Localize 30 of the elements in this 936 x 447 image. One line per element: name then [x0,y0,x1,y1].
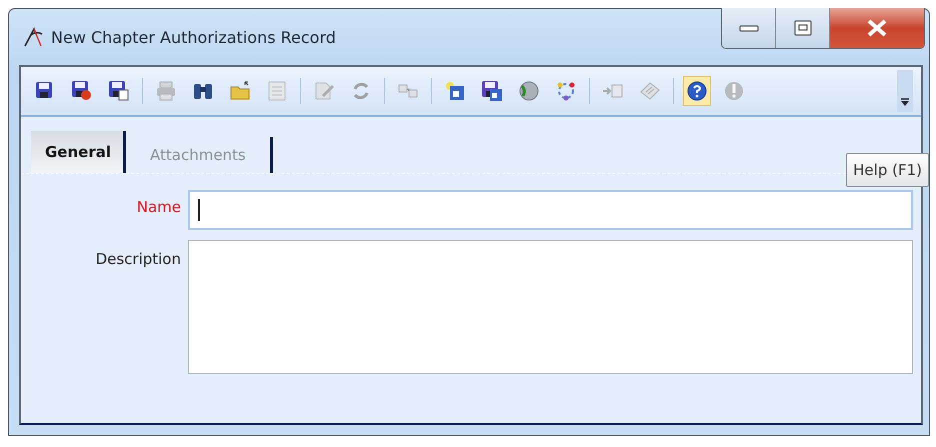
minimize-icon [738,23,758,33]
tooltip: Help (F1) [846,153,929,187]
floppy-disk-icon [71,80,93,102]
toolbar-button[interactable] [683,76,711,106]
list-icon [266,80,288,102]
field-label: Description [94,249,182,268]
exclamation-icon [723,80,745,102]
tab[interactable]: General [31,131,126,173]
maximize-icon [792,20,812,36]
notepad-icon [639,80,661,102]
field-label: Name [136,197,182,216]
overflow-button[interactable] [897,70,913,112]
printer-icon [155,80,177,102]
minimize-button[interactable] [722,8,776,48]
help-icon [686,80,708,102]
floppy-disk-icon [481,80,503,102]
folder-icon [229,80,251,102]
maximize-button[interactable] [776,8,830,48]
input-field[interactable] [188,190,913,230]
floppy-disk-icon [108,80,130,102]
close-button[interactable] [830,8,924,48]
new-window-icon [444,80,466,102]
pencil-document-icon [313,80,335,102]
text-cursor [198,199,200,221]
window-title: New Chapter Authorizations Record [51,28,336,46]
cycle-arrows-icon [555,80,577,102]
app-logo-icon [23,26,43,48]
overflow-icon [901,98,909,106]
close-icon [866,19,888,37]
globe-icon [518,80,540,102]
